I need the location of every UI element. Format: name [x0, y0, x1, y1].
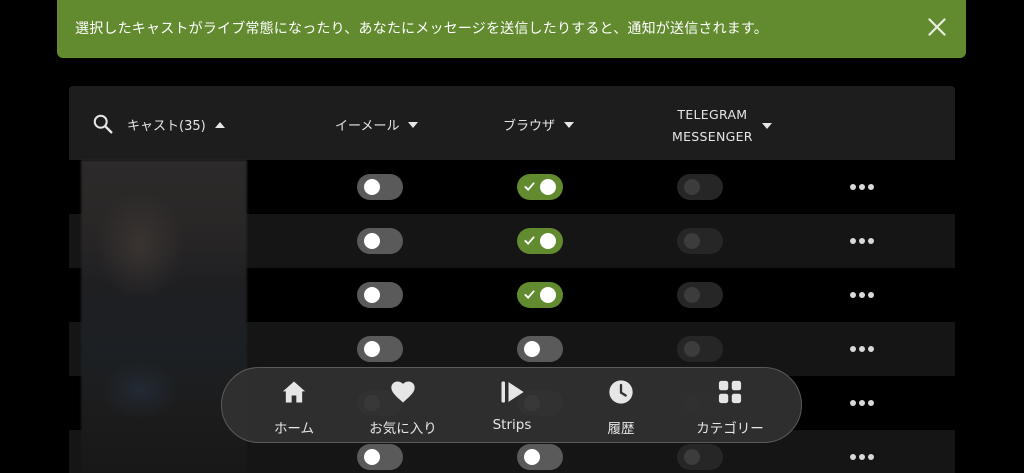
- close-icon[interactable]: [924, 14, 950, 40]
- browser-toggle[interactable]: [517, 336, 563, 362]
- email-toggle[interactable]: [357, 444, 403, 470]
- banner-message: 選択したキャストがライブ常態になったり、あなたにメッセージを送信したりすると、通…: [75, 21, 768, 37]
- dot: [868, 346, 874, 352]
- nav-item-home[interactable]: ホーム: [244, 378, 344, 437]
- browser-toggle[interactable]: [517, 174, 563, 200]
- toggle-knob: [524, 449, 540, 465]
- dot: [859, 292, 865, 298]
- nav-item-favorites[interactable]: お気に入り: [353, 378, 453, 437]
- dot: [868, 184, 874, 190]
- caret-down-icon: [564, 121, 575, 128]
- toggle-knob: [364, 179, 380, 195]
- toggle-knob: [524, 341, 540, 357]
- more-options-icon[interactable]: [850, 400, 874, 406]
- nav-label-favorites: お気に入り: [369, 421, 437, 437]
- notification-banner: 選択したキャストがライブ常態になったり、あなたにメッセージを送信したりすると、通…: [57, 0, 966, 58]
- toggle-knob: [364, 449, 380, 465]
- check-icon: [524, 182, 535, 192]
- telegram-toggle: [677, 336, 723, 362]
- check-icon: [524, 290, 535, 300]
- check-icon: [524, 236, 535, 246]
- toggle-knob: [684, 233, 700, 249]
- dot: [868, 238, 874, 244]
- browser-toggle[interactable]: [517, 444, 563, 470]
- browser-toggle[interactable]: [517, 282, 563, 308]
- toggle-knob: [684, 179, 700, 195]
- dot: [850, 238, 856, 244]
- toggle-knob: [684, 341, 700, 357]
- nav-item-history[interactable]: 履歴: [571, 378, 671, 437]
- nav-item-strips[interactable]: Strips: [462, 378, 562, 433]
- cast-header-label: キャスト(35): [127, 119, 206, 134]
- bottom-nav-bar: ホーム お気に入り Strips 履歴 カテゴリー: [221, 367, 802, 443]
- toggle-knob: [540, 287, 556, 303]
- telegram-header-line1: TELEGRAM: [677, 107, 748, 122]
- browser-header-label: ブラウザ: [503, 119, 556, 134]
- toggle-knob: [364, 233, 380, 249]
- more-options-icon[interactable]: [850, 454, 874, 460]
- thumbnail-shading: [100, 360, 180, 420]
- heart-icon: [391, 381, 415, 403]
- dot: [850, 292, 856, 298]
- sort-cast-header[interactable]: キャスト(35): [127, 115, 225, 134]
- nav-label-categories: カテゴリー: [696, 421, 764, 437]
- dot: [859, 454, 865, 460]
- dot: [868, 454, 874, 460]
- dot: [868, 292, 874, 298]
- more-options-icon[interactable]: [850, 238, 874, 244]
- telegram-toggle: [677, 282, 723, 308]
- dot: [850, 184, 856, 190]
- caret-down-icon: [761, 123, 772, 129]
- dot: [859, 238, 865, 244]
- email-header-label: イーメール: [335, 119, 400, 134]
- clock-icon: [609, 380, 633, 404]
- dot: [868, 400, 874, 406]
- strips-play-icon: [501, 381, 524, 403]
- email-column-header[interactable]: イーメール: [335, 115, 419, 134]
- email-toggle[interactable]: [357, 228, 403, 254]
- nav-label-history: 履歴: [607, 421, 635, 437]
- telegram-header-line2: MESSENGER: [672, 129, 753, 144]
- telegram-toggle: [677, 444, 723, 470]
- table-header: キャスト(35) イーメール ブラウザ TELEGRAM MESSENGER: [69, 86, 955, 160]
- telegram-column-header[interactable]: TELEGRAM MESSENGER: [672, 104, 772, 148]
- dot: [850, 400, 856, 406]
- browser-column-header[interactable]: ブラウザ: [503, 115, 575, 134]
- telegram-toggle: [677, 174, 723, 200]
- toggle-knob: [540, 179, 556, 195]
- toggle-knob: [364, 341, 380, 357]
- toggle-knob: [684, 449, 700, 465]
- more-options-icon[interactable]: [850, 184, 874, 190]
- dot: [850, 346, 856, 352]
- home-icon: [282, 381, 306, 403]
- thumbnail-shading: [95, 190, 185, 300]
- sort-up-icon: [214, 121, 225, 128]
- dot: [850, 454, 856, 460]
- nav-item-categories[interactable]: カテゴリー: [680, 378, 780, 437]
- email-toggle[interactable]: [357, 174, 403, 200]
- telegram-toggle: [677, 228, 723, 254]
- telegram-header-label: TELEGRAM MESSENGER: [672, 104, 753, 148]
- dot: [859, 400, 865, 406]
- toggle-knob: [540, 233, 556, 249]
- email-toggle[interactable]: [357, 336, 403, 362]
- search-icon[interactable]: [92, 113, 114, 135]
- nav-label-home: ホーム: [273, 421, 315, 437]
- nav-label-strips: Strips: [492, 417, 532, 433]
- dot: [859, 184, 865, 190]
- toggle-knob: [684, 287, 700, 303]
- caret-down-icon: [408, 121, 419, 128]
- email-toggle[interactable]: [357, 282, 403, 308]
- toggle-knob: [364, 287, 380, 303]
- more-options-icon[interactable]: [850, 292, 874, 298]
- dot: [859, 346, 865, 352]
- browser-toggle[interactable]: [517, 228, 563, 254]
- more-options-icon[interactable]: [850, 346, 874, 352]
- grid-icon: [718, 380, 742, 404]
